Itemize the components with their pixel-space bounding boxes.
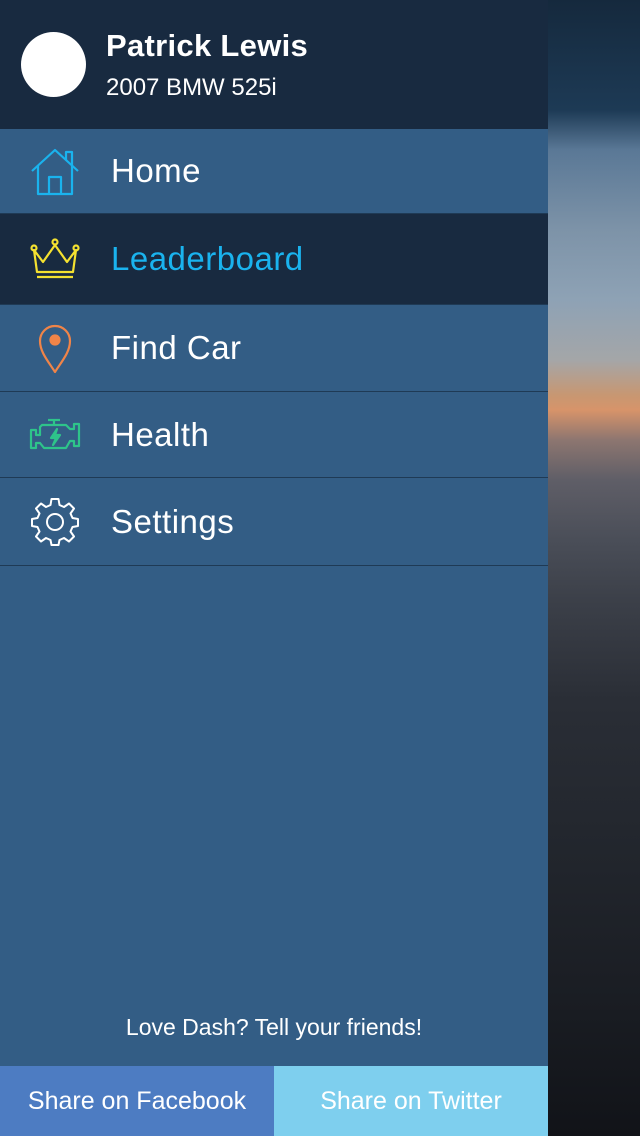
share-facebook-button[interactable]: Share on Facebook [0,1066,274,1136]
menu-item-home[interactable]: Home [0,129,548,214]
menu-label-leaderboard: Leaderboard [111,240,304,277]
menu-label-health: Health [111,415,210,453]
menu-label-home: Home [111,152,202,189]
menu-item-settings[interactable]: Settings [0,478,548,566]
background-app-view[interactable] [548,0,640,1136]
menu-label-find-car: Find Car [111,329,242,366]
avatar[interactable] [21,32,86,97]
app-screen: Patrick Lewis 2007 BMW 525i Home Leaderb… [0,0,640,1136]
profile-car: 2007 BMW 525i [106,74,277,101]
crown-icon [28,232,82,286]
home-icon [28,144,82,198]
map-pin-icon [28,321,82,375]
menu-label-settings: Settings [111,502,235,540]
profile-name: Patrick Lewis [106,28,309,63]
engine-icon [28,408,82,462]
share-prompt: Love Dash? Tell your friends! [125,1014,423,1040]
share-twitter-button[interactable]: Share on Twitter [274,1066,548,1136]
gear-icon [28,495,82,549]
menu-item-find-car[interactable]: Find Car [0,305,548,392]
menu-item-health[interactable]: Health [0,392,548,478]
profile-header[interactable]: Patrick Lewis 2007 BMW 525i [0,0,548,129]
menu-item-leaderboard[interactable]: Leaderboard [0,214,548,305]
navigation-drawer: Patrick Lewis 2007 BMW 525i Home Leaderb… [0,0,548,1136]
